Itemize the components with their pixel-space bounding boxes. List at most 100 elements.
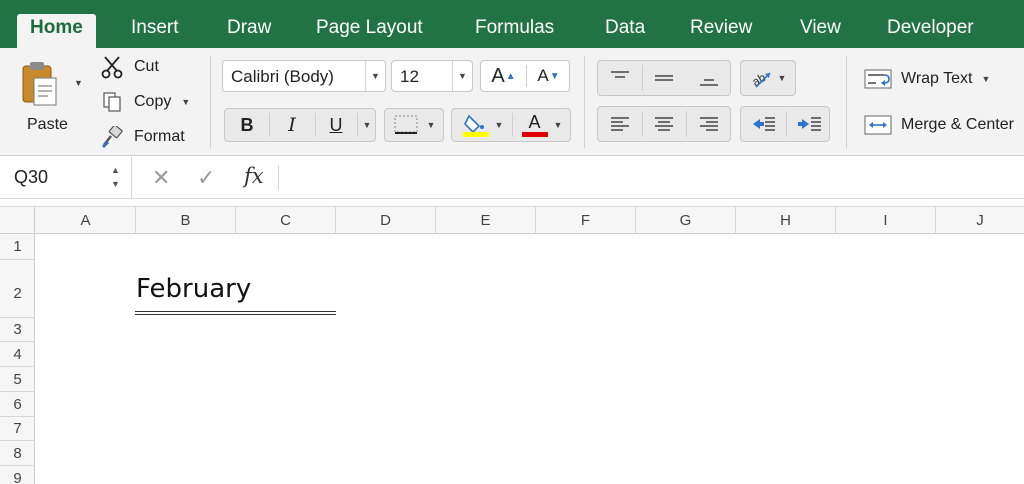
name-box-value: Q30 (14, 167, 49, 187)
row-headers: 1 2 3 4 5 6 7 8 9 (0, 234, 35, 484)
bold-button[interactable]: B (225, 109, 269, 141)
column-headers: A B C D E F G H I J (0, 206, 1024, 235)
column-header-b[interactable]: B (136, 207, 236, 234)
format-painter-button[interactable]: Format (100, 124, 185, 150)
wrap-text-button[interactable]: Wrap Text ▼ (864, 68, 990, 90)
tab-review[interactable]: Review (690, 14, 752, 48)
row-header-1[interactable]: 1 (0, 234, 35, 260)
row-header-4[interactable]: 4 (0, 342, 35, 367)
tab-view[interactable]: View (800, 14, 841, 48)
chevron-down-icon[interactable]: ▼ (981, 74, 990, 84)
increase-font-size-button[interactable]: A ▲ (481, 61, 526, 91)
align-bottom-icon (700, 79, 718, 86)
italic-button[interactable]: I (269, 109, 315, 141)
chevron-down-icon: ▼ (426, 120, 436, 130)
select-all-button[interactable] (0, 207, 35, 235)
clipboard-icon (22, 62, 57, 106)
tab-draw[interactable]: Draw (227, 14, 271, 48)
paste-button[interactable]: ▼ Paste (14, 52, 88, 142)
font-name-value: Calibri (Body) (231, 67, 334, 86)
column-header-d[interactable]: D (336, 207, 436, 234)
decrease-font-size-button[interactable]: A ▼ (526, 61, 571, 91)
borders-button[interactable]: ▼ (384, 108, 444, 142)
name-box[interactable]: Q30 ▲ ▼ (0, 157, 132, 199)
fill-color-button[interactable]: ▼ (452, 109, 512, 141)
row-header-8[interactable]: 8 (0, 441, 35, 466)
align-middle-button[interactable] (642, 61, 686, 95)
decrease-indent-button[interactable] (741, 107, 786, 141)
align-top-icon (611, 71, 629, 78)
formula-input[interactable] (286, 165, 1016, 191)
tab-developer[interactable]: Developer (887, 14, 974, 48)
underline-button[interactable]: U (315, 109, 357, 141)
align-center-button[interactable] (642, 107, 686, 141)
format-painter-icon (100, 125, 124, 149)
align-top-button[interactable] (598, 61, 642, 95)
orientation-button[interactable]: ab ▼ (740, 60, 796, 96)
indent-buttons (740, 106, 830, 142)
tab-formulas[interactable]: Formulas (475, 14, 554, 48)
tab-home[interactable]: Home (17, 14, 96, 48)
insert-function-button[interactable]: fx (244, 164, 264, 188)
column-header-h[interactable]: H (736, 207, 836, 234)
column-header-g[interactable]: G (636, 207, 736, 234)
column-header-e[interactable]: E (436, 207, 536, 234)
enter-icon[interactable]: ✓ (197, 165, 215, 191)
wrap-text-label: Wrap Text (901, 70, 973, 87)
row-header-3[interactable]: 3 (0, 318, 35, 342)
align-bottom-button[interactable] (686, 61, 732, 95)
sheet-cells[interactable]: February (36, 234, 1024, 484)
increase-indent-button[interactable] (786, 107, 831, 141)
paste-label: Paste (27, 116, 68, 133)
cancel-icon[interactable]: ✕ (152, 165, 170, 191)
row-header-6[interactable]: 6 (0, 392, 35, 417)
font-color-icon: A (528, 112, 541, 132)
vertical-align-buttons (597, 60, 731, 96)
formula-bar: Q30 ▲ ▼ ✕ ✓ fx (0, 157, 1024, 199)
column-header-j[interactable]: J (936, 207, 1024, 234)
row-header-7[interactable]: 7 (0, 417, 35, 441)
font-size-steppers: A ▲ A ▼ (480, 60, 570, 92)
cell-b2[interactable]: February (136, 274, 251, 304)
tab-data[interactable]: Data (605, 14, 645, 48)
row-header-9[interactable]: 9 (0, 466, 35, 484)
merge-center-label: Merge & Center (901, 116, 1014, 133)
merge-center-button[interactable]: Merge & Center (864, 114, 1014, 136)
underline-icon: U (329, 114, 343, 135)
color-buttons: ▼ A ▼ (451, 108, 571, 142)
cut-button[interactable]: Cut (100, 54, 159, 80)
copy-dropdown-icon[interactable]: ▼ (181, 97, 190, 107)
row-header-5[interactable]: 5 (0, 367, 35, 392)
column-header-c[interactable]: C (236, 207, 336, 234)
column-header-f[interactable]: F (536, 207, 636, 234)
name-box-stepper-icon[interactable]: ▲ ▼ (111, 163, 120, 191)
copy-icon (100, 90, 124, 114)
group-separator (846, 56, 847, 148)
text-orientation-icon: ab (750, 70, 771, 89)
italic-icon: I (288, 114, 296, 136)
chevron-down-icon: ▼ (371, 71, 380, 81)
ribbon-home: ▼ Paste Cut Copy ▼ Format Calibri (Body)… (0, 48, 1024, 156)
align-left-button[interactable] (598, 107, 642, 141)
align-right-button[interactable] (686, 107, 732, 141)
paste-dropdown-icon[interactable]: ▼ (74, 78, 83, 88)
formula-separator (278, 165, 279, 191)
row-header-2[interactable]: 2 (0, 260, 35, 318)
copy-button[interactable]: Copy ▼ (100, 89, 190, 115)
ribbon-tab-bar: Home Insert Draw Page Layout Formulas Da… (0, 0, 1024, 48)
underline-dropdown[interactable]: ▼ (357, 109, 377, 141)
cut-label: Cut (134, 58, 159, 75)
column-header-a[interactable]: A (36, 207, 136, 234)
chevron-down-icon: ▼ (777, 73, 787, 83)
svg-text:ab: ab (750, 70, 768, 89)
borders-icon (394, 115, 418, 134)
tab-page-layout[interactable]: Page Layout (316, 14, 423, 48)
tab-insert[interactable]: Insert (131, 14, 179, 48)
column-header-i[interactable]: I (836, 207, 936, 234)
font-size-dropdown[interactable]: 12 ▼ (391, 60, 473, 92)
text-style-buttons: B I U ▼ (224, 108, 376, 142)
chevron-down-icon: ▼ (362, 120, 372, 130)
font-color-button[interactable]: A ▼ (512, 109, 572, 141)
double-underline-border (135, 311, 336, 315)
font-name-dropdown[interactable]: Calibri (Body) ▼ (222, 60, 386, 92)
